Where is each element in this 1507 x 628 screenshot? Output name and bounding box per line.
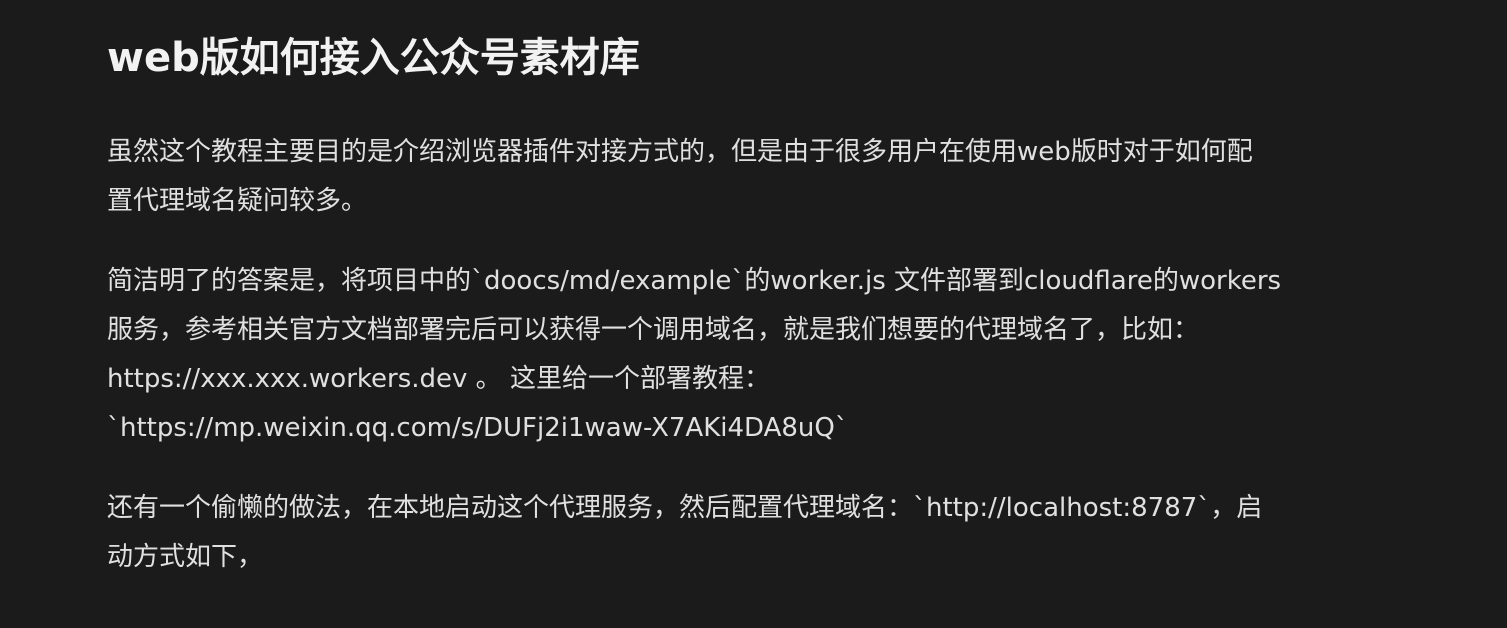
paragraph-intro: 虽然这个教程主要目的是介绍浏览器插件对接方式的，但是由于很多用户在使用web版时…: [107, 137, 1253, 216]
paragraph-local-proxy: 还有一个偷懒的做法，在本地启动这个代理服务，然后配置代理域名：`http://l…: [107, 493, 1263, 572]
article-page: web版如何接入公众号素材库 虽然这个教程主要目的是介绍浏览器插件对接方式的，但…: [0, 0, 1507, 628]
paragraph-answer: 简洁明了的答案是，将项目中的`doocs/md/example`的worker.…: [107, 266, 1282, 443]
section-heading: web版如何接入公众号素材库: [107, 35, 640, 81]
article-content: web版如何接入公众号素材库 虽然这个教程主要目的是介绍浏览器插件对接方式的，但…: [107, 30, 1347, 582]
